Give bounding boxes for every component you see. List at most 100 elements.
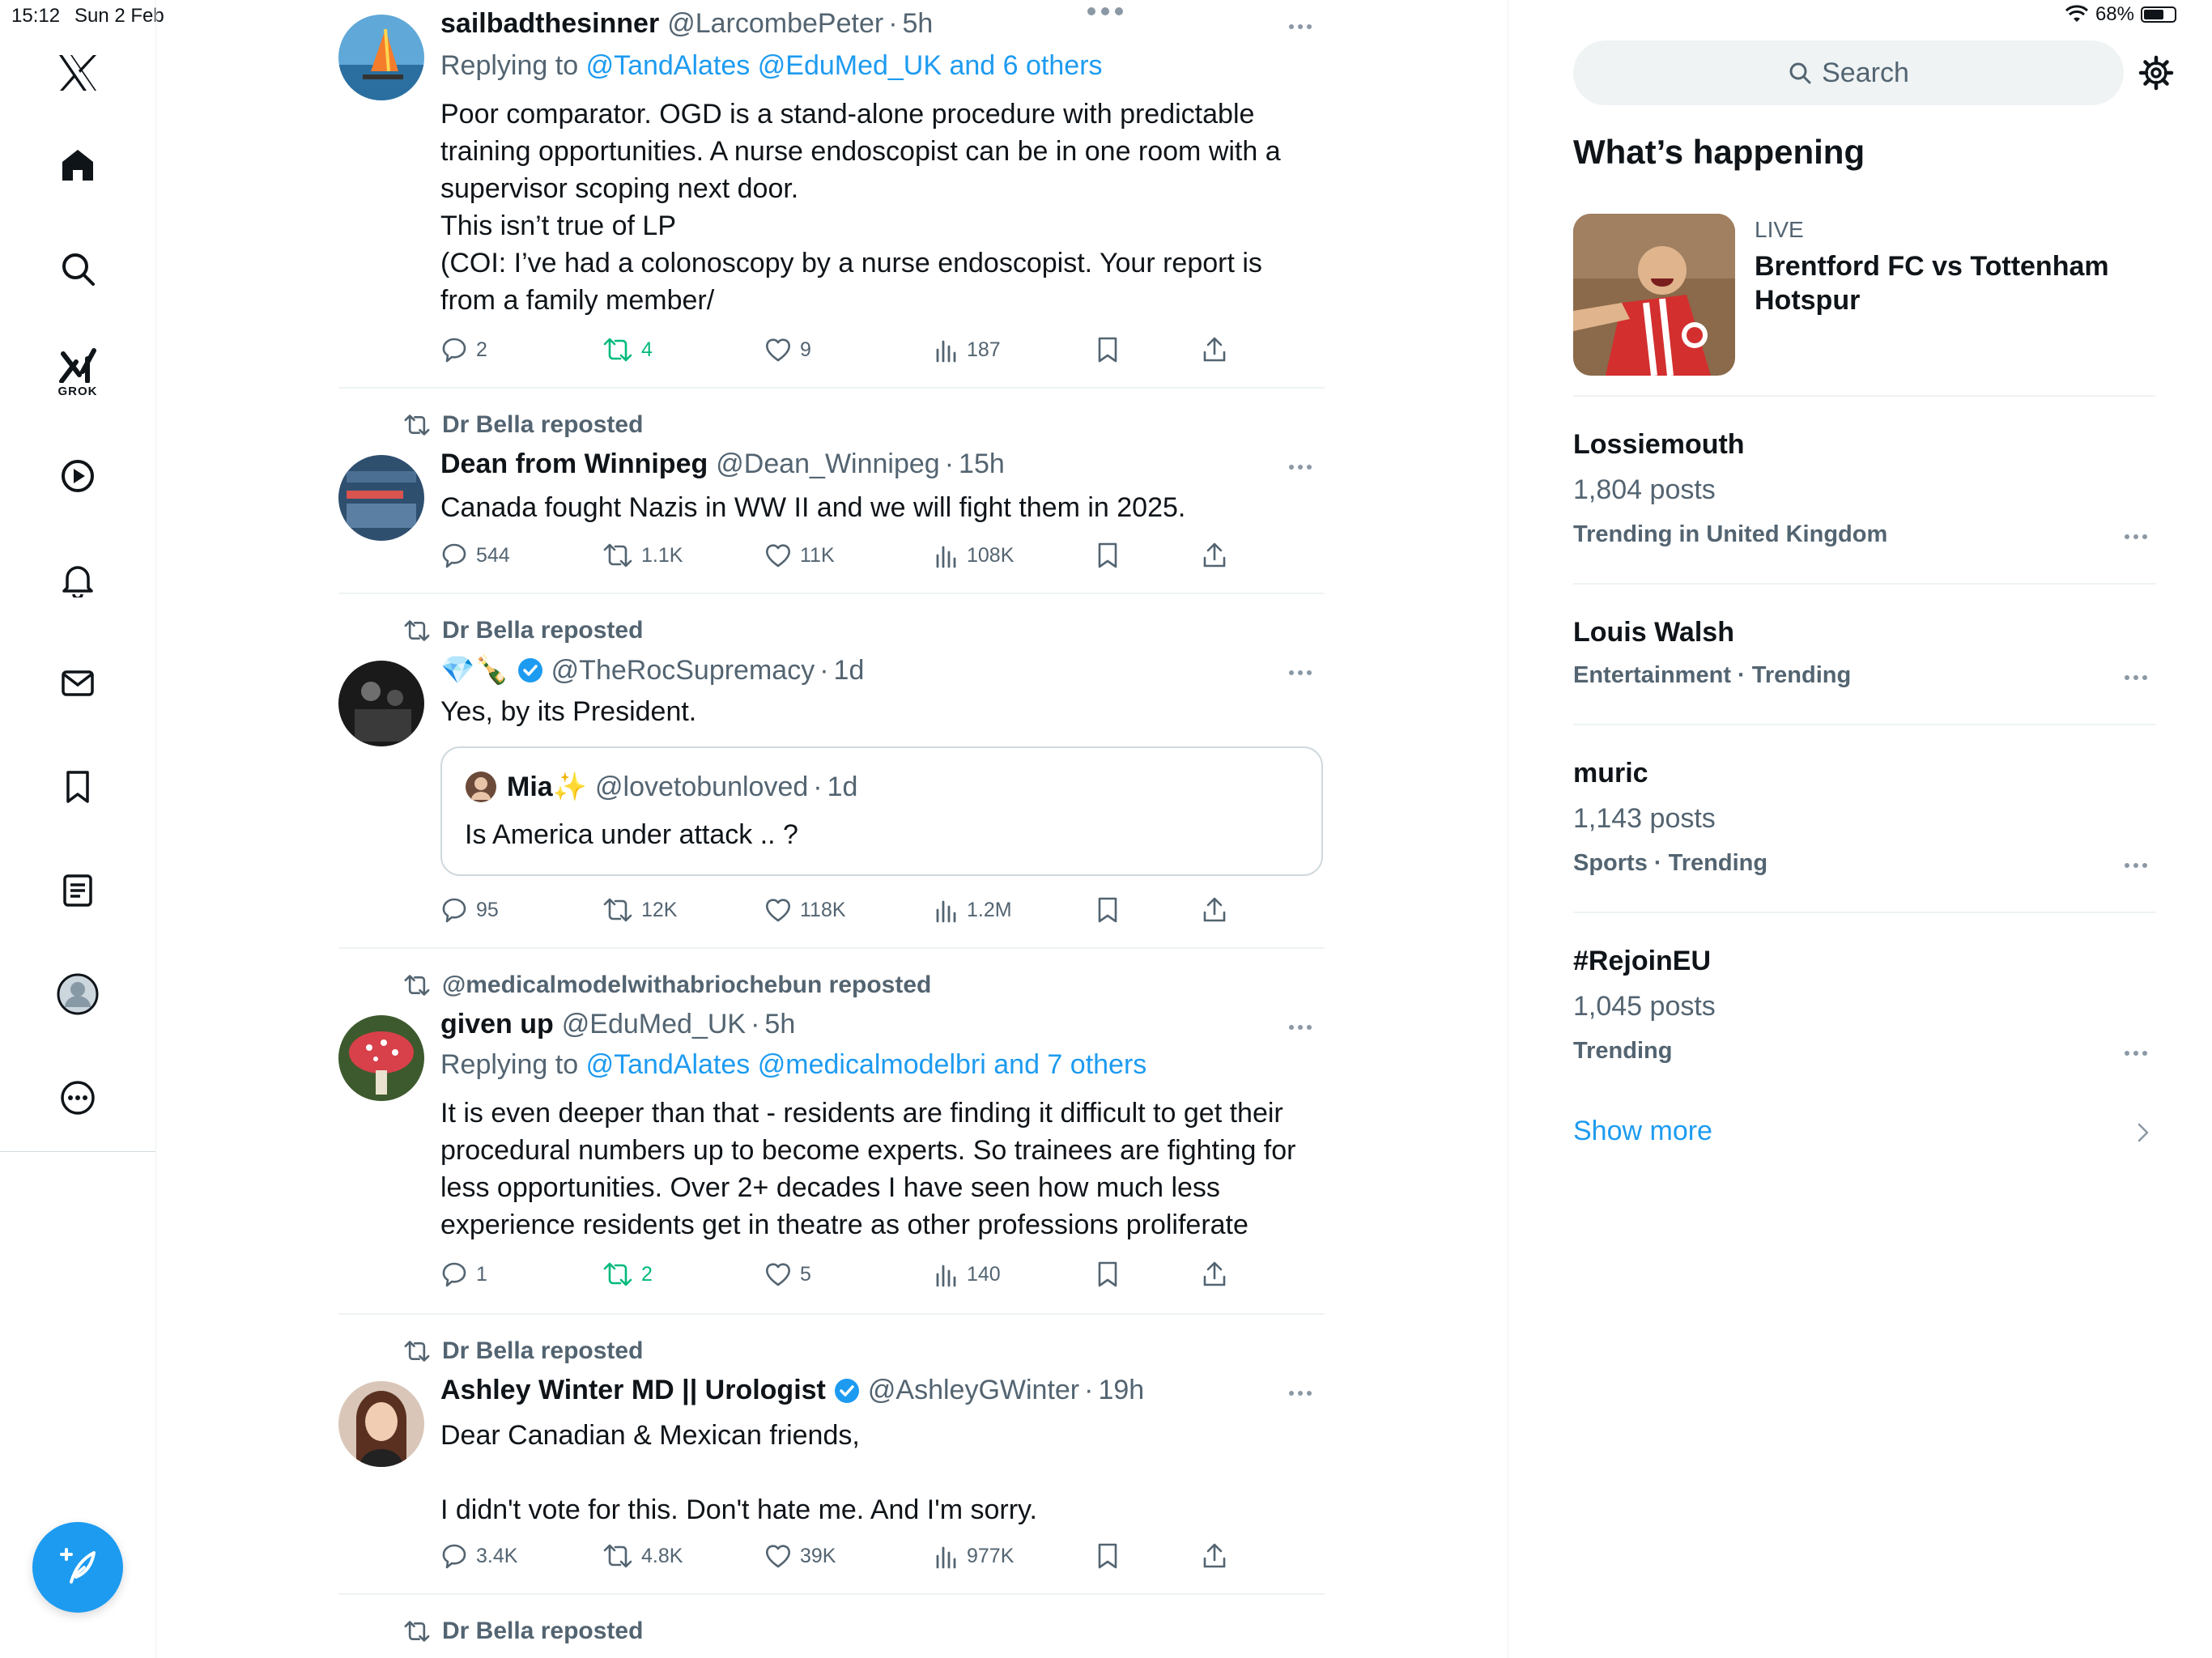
timestamp[interactable]: 15h bbox=[959, 449, 1005, 480]
display-name[interactable]: Ashley Winter MD || Urologist bbox=[440, 1375, 826, 1406]
avatar[interactable] bbox=[338, 1381, 424, 1467]
search-input[interactable]: Search bbox=[1573, 40, 2124, 105]
reposted-by[interactable]: Dr Bella reposted bbox=[442, 1337, 643, 1365]
trend-item[interactable]: muric 1,143 posts Sports · Trending bbox=[1573, 750, 2156, 908]
reply-button[interactable]: 544 bbox=[440, 539, 510, 572]
repost-button[interactable]: 12K bbox=[602, 894, 677, 926]
like-button[interactable]: 9 bbox=[764, 334, 811, 366]
more-options-icon[interactable] bbox=[1276, 15, 1325, 39]
timestamp[interactable]: 5h bbox=[903, 8, 934, 40]
more-options-icon[interactable] bbox=[1276, 1381, 1325, 1405]
video-icon[interactable] bbox=[45, 444, 110, 508]
profile-icon[interactable] bbox=[45, 962, 110, 1027]
quoted-tweet[interactable]: Mia ✨ @lovetobunloved · 1d Is America un… bbox=[440, 746, 1323, 876]
repost-button[interactable]: 1.1K bbox=[602, 539, 683, 572]
quoted-timestamp[interactable]: 1d bbox=[827, 772, 858, 803]
display-name[interactable]: given up bbox=[440, 1009, 554, 1040]
settings-gear-icon[interactable] bbox=[2132, 49, 2180, 97]
more-options-icon[interactable] bbox=[1276, 661, 1325, 685]
timestamp[interactable]: 1d bbox=[834, 655, 865, 687]
reposted-by[interactable]: Dr Bella reposted bbox=[442, 617, 643, 644]
show-more-link[interactable]: Show more bbox=[1573, 1116, 1712, 1147]
handle[interactable]: @AshleyGWinter bbox=[868, 1375, 1079, 1406]
like-button[interactable]: 11K bbox=[764, 539, 835, 572]
quoted-display-name[interactable]: Mia bbox=[507, 772, 553, 803]
views-button[interactable]: 977K bbox=[934, 1540, 1014, 1572]
handle[interactable]: @TheRocSupremacy bbox=[551, 655, 815, 687]
search-icon[interactable] bbox=[45, 236, 110, 301]
live-event-image bbox=[1573, 214, 1735, 376]
reposted-by[interactable]: Dr Bella reposted bbox=[442, 1618, 643, 1645]
share-button[interactable] bbox=[1202, 1258, 1227, 1290]
timestamp[interactable]: 5h bbox=[764, 1009, 795, 1040]
bookmark-button[interactable] bbox=[1096, 539, 1119, 572]
trend-item[interactable]: #RejoinEU 1,045 posts Trending bbox=[1573, 937, 2156, 1096]
live-event-card[interactable]: LIVE Brentford FC vs Tottenham Hotspur bbox=[1573, 214, 2156, 376]
messages-icon[interactable] bbox=[45, 651, 110, 716]
notifications-icon[interactable] bbox=[45, 547, 110, 612]
views-button[interactable]: 108K bbox=[934, 539, 1014, 572]
display-name[interactable]: 💎🍾 bbox=[440, 654, 509, 687]
more-options-icon[interactable] bbox=[2116, 525, 2156, 549]
more-options-icon[interactable] bbox=[1276, 1015, 1325, 1039]
repost-icon bbox=[400, 1339, 431, 1363]
reply-button[interactable]: 2 bbox=[440, 334, 487, 366]
avatar[interactable] bbox=[338, 661, 424, 746]
handle[interactable]: @Dean_Winnipeg bbox=[716, 449, 939, 480]
avatar[interactable] bbox=[338, 1015, 424, 1101]
handle[interactable]: @LarcombePeter bbox=[667, 8, 883, 40]
repost-button[interactable]: 4 bbox=[602, 334, 653, 366]
sidebar-divider bbox=[1573, 583, 2156, 585]
views-count: 140 bbox=[967, 1262, 1001, 1286]
reply-button[interactable]: 95 bbox=[440, 894, 499, 926]
views-button[interactable]: 1.2M bbox=[934, 894, 1012, 926]
display-name[interactable]: sailbadthesinner bbox=[440, 8, 659, 40]
like-button[interactable]: 39K bbox=[764, 1540, 836, 1572]
bookmarks-icon[interactable] bbox=[45, 755, 110, 819]
quoted-avatar[interactable] bbox=[465, 771, 497, 803]
timestamp[interactable]: 19h bbox=[1098, 1375, 1144, 1406]
tweet-text: Canada fought Nazis in WW II and we will… bbox=[440, 492, 1186, 523]
grok-icon[interactable]: GROK bbox=[45, 340, 110, 405]
lists-icon[interactable] bbox=[45, 858, 110, 923]
replying-to-users[interactable]: @TandAlates @EduMed_UK and 6 others bbox=[586, 50, 1103, 81]
views-button[interactable]: 140 bbox=[934, 1258, 1001, 1290]
repost-button[interactable]: 2 bbox=[602, 1258, 653, 1290]
more-icon[interactable] bbox=[45, 1065, 110, 1130]
more-options-icon[interactable] bbox=[2116, 665, 2156, 690]
reply-button[interactable]: 3.4K bbox=[440, 1540, 517, 1572]
bookmark-icon bbox=[1096, 542, 1119, 569]
quoted-handle[interactable]: @lovetobunloved bbox=[595, 772, 808, 803]
tweet-text: Dear Canadian & Mexican friends, I didn'… bbox=[440, 1417, 1323, 1528]
avatar[interactable] bbox=[338, 455, 424, 541]
bookmark-button[interactable] bbox=[1096, 1258, 1119, 1290]
bookmark-button[interactable] bbox=[1096, 334, 1119, 366]
views-button[interactable]: 187 bbox=[934, 334, 1001, 366]
share-button[interactable] bbox=[1202, 894, 1227, 926]
compose-post-button[interactable] bbox=[32, 1522, 123, 1613]
reposted-by[interactable]: Dr Bella reposted bbox=[442, 411, 643, 439]
display-name[interactable]: Dean from Winnipeg bbox=[440, 449, 708, 480]
share-button[interactable] bbox=[1202, 539, 1227, 572]
like-button[interactable]: 118K bbox=[764, 894, 846, 926]
more-options-icon[interactable] bbox=[2116, 853, 2156, 878]
bookmark-button[interactable] bbox=[1096, 894, 1119, 926]
replying-to-users[interactable]: @TandAlates @medicalmodelbri and 7 other… bbox=[586, 1049, 1147, 1080]
avatar[interactable] bbox=[338, 15, 424, 100]
trend-item[interactable]: Louis Walsh Entertainment · Trending bbox=[1573, 609, 2156, 722]
share-button[interactable] bbox=[1202, 334, 1227, 366]
like-button[interactable]: 5 bbox=[764, 1258, 811, 1290]
reposted-by[interactable]: @medicalmodelwithabriochebun reposted bbox=[442, 971, 931, 999]
trend-item[interactable]: Lossiemouth 1,804 posts Trending in Unit… bbox=[1573, 421, 2156, 580]
repost-button[interactable]: 4.8K bbox=[602, 1540, 683, 1572]
chevron-right-icon[interactable] bbox=[2137, 1122, 2150, 1143]
tweet-text-line: experience residents get in theatre as o… bbox=[440, 1209, 1249, 1240]
home-icon[interactable] bbox=[45, 133, 110, 198]
share-button[interactable] bbox=[1202, 1540, 1227, 1572]
more-options-icon[interactable] bbox=[1276, 455, 1325, 479]
bookmark-button[interactable] bbox=[1096, 1540, 1119, 1572]
reply-button[interactable]: 1 bbox=[440, 1258, 487, 1290]
handle[interactable]: @EduMed_UK bbox=[562, 1009, 746, 1040]
more-options-icon[interactable] bbox=[2116, 1041, 2156, 1065]
x-logo-icon[interactable] bbox=[45, 40, 110, 105]
